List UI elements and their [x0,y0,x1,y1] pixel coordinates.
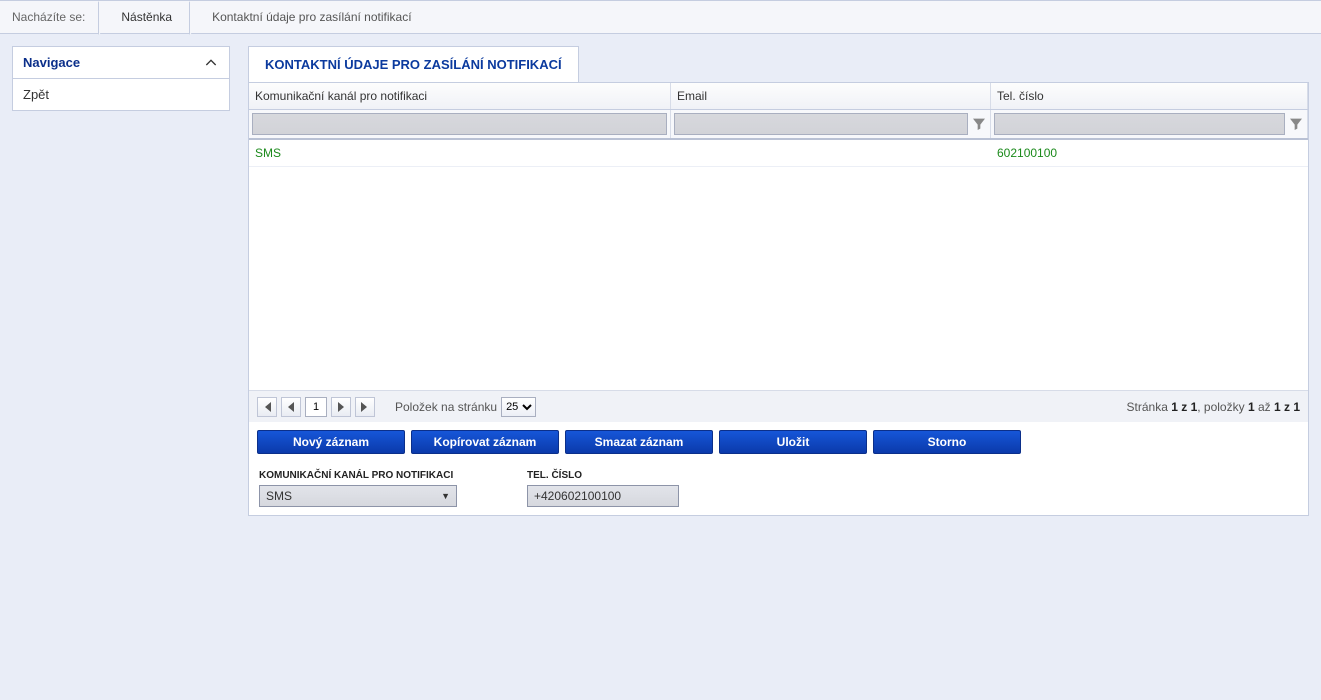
pager-page-input[interactable] [305,397,327,417]
pager-per-page-label: Položek na stránku [395,400,497,414]
filter-icon[interactable] [1288,116,1304,132]
breadcrumb-label: Nacházíte se: [12,1,99,33]
nav-item-back[interactable]: Zpět [13,79,229,110]
new-record-button[interactable]: Nový záznam [257,430,405,454]
copy-record-button[interactable]: Kopírovat záznam [411,430,559,454]
pager-first-button[interactable] [257,397,277,417]
cell-channel: SMS [249,140,671,166]
grid-filter-row [249,110,1308,140]
delete-record-button[interactable]: Smazat záznam [565,430,713,454]
last-page-icon [360,402,370,412]
prev-page-icon [287,402,295,412]
form-group-tel: TEL. ČÍSLO +420602100100 [527,470,679,507]
edit-form: KOMUNIKAČNÍ KANÁL PRO NOTIFIKACI SMS ▼ T… [249,462,1308,515]
tel-input[interactable]: +420602100100 [527,485,679,507]
pager-prev-button[interactable] [281,397,301,417]
breadcrumb-item-current: Kontaktní údaje pro zasílání notifikací [190,1,429,33]
nav-panel-body: Zpět [13,79,229,110]
chevron-down-icon: ▼ [441,491,450,501]
grid-filter-cell-channel [249,110,671,138]
grid-body: SMS 602100100 [249,140,1308,390]
cancel-button[interactable]: Storno [873,430,1021,454]
first-page-icon [262,402,272,412]
app-root: Nacházíte se: Nástěnka Kontaktní údaje p… [0,0,1321,700]
cell-tel: 602100100 [991,140,1308,166]
breadcrumb-item-nastenka[interactable]: Nástěnka [99,1,190,33]
grid-header-row: Komunikační kanál pro notifikaci Email T… [249,83,1308,110]
grid-filter-cell-email [671,110,991,138]
form-group-channel: KOMUNIKAČNÍ KANÁL PRO NOTIFIKACI SMS ▼ [259,470,457,507]
breadcrumb: Nacházíte se: Nástěnka Kontaktní údaje p… [0,0,1321,34]
pager-per-page-select[interactable]: 25 [501,397,536,417]
form-label-tel: TEL. ČÍSLO [527,470,679,481]
tab-notifications[interactable]: KONTAKTNÍ ÚDAJE PRO ZASÍLÁNÍ NOTIFIKACÍ [248,46,579,82]
tab-strip: KONTAKTNÍ ÚDAJE PRO ZASÍLÁNÍ NOTIFIKACÍ [248,46,1309,82]
main-area: KONTAKTNÍ ÚDAJE PRO ZASÍLÁNÍ NOTIFIKACÍ … [248,46,1309,516]
channel-select[interactable]: SMS ▼ [259,485,457,507]
nav-panel: Navigace Zpět [12,46,230,111]
table-row[interactable]: SMS 602100100 [249,140,1308,167]
filter-icon[interactable] [971,116,987,132]
next-page-icon [337,402,345,412]
content-panel: Komunikační kanál pro notifikaci Email T… [248,82,1309,516]
save-button[interactable]: Uložit [719,430,867,454]
grid-header-email[interactable]: Email [671,83,991,109]
grid-filter-input-tel[interactable] [994,113,1285,135]
cell-email [671,140,991,166]
pager-info: Stránka 1 z 1, položky 1 až 1 z 1 [1127,400,1300,414]
pager-next-button[interactable] [331,397,351,417]
tel-input-value: +420602100100 [534,489,621,503]
channel-select-value: SMS [266,489,292,503]
nav-panel-header[interactable]: Navigace [13,47,229,79]
grid-filter-cell-tel [991,110,1308,138]
grid-filter-input-email[interactable] [674,113,968,135]
sidebar: Navigace Zpět [12,46,230,516]
chevron-up-icon [203,55,219,71]
pager-last-button[interactable] [355,397,375,417]
pager: Položek na stránku 25 Stránka 1 z 1, pol… [249,390,1308,422]
grid-filter-input-channel[interactable] [252,113,667,135]
nav-panel-title: Navigace [23,55,80,70]
form-label-channel: KOMUNIKAČNÍ KANÁL PRO NOTIFIKACI [259,470,457,481]
grid-header-channel[interactable]: Komunikační kanál pro notifikaci [249,83,671,109]
action-bar: Nový záznam Kopírovat záznam Smazat zázn… [249,422,1308,462]
grid-header-tel[interactable]: Tel. číslo [991,83,1308,109]
